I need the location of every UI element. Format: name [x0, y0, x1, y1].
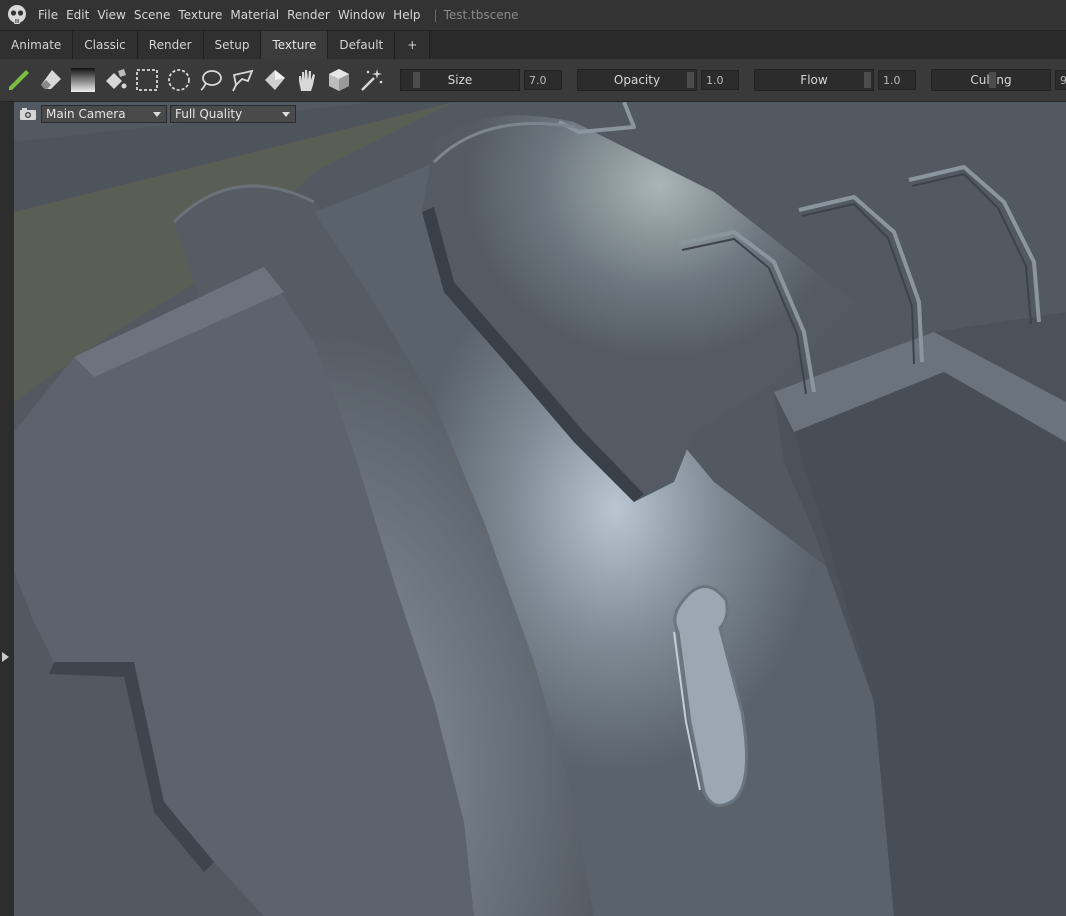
tab-classic[interactable]: Classic [73, 31, 138, 59]
chevron-down-icon [282, 112, 290, 117]
lasso-select-icon[interactable] [198, 67, 224, 93]
gradient-icon[interactable] [70, 67, 96, 93]
flow-control: Flow 1.0 [754, 69, 916, 91]
camera-select-value: Main Camera [46, 107, 126, 121]
size-control: Size 7.0 [400, 69, 562, 91]
expand-arrow-icon[interactable] [2, 652, 9, 662]
toolbag-window: File Edit View Scene Texture Material Re… [0, 0, 1066, 916]
collapsed-panel-strip[interactable] [0, 102, 15, 916]
menu-help[interactable]: Help [393, 8, 427, 22]
size-slider-handle[interactable] [413, 72, 420, 88]
layout-tabs: Animate Classic Render Setup Texture Def… [0, 30, 1066, 60]
culling-value-field[interactable]: 90 [1055, 70, 1066, 90]
magic-wand-icon[interactable] [358, 67, 384, 93]
3d-viewport[interactable]: Main Camera Full Quality [14, 102, 1066, 916]
quality-select[interactable]: Full Quality [170, 105, 296, 123]
add-tab-button[interactable]: + [395, 31, 431, 59]
opacity-slider-handle[interactable] [687, 72, 694, 88]
flow-slider[interactable]: Flow [754, 69, 874, 91]
document-title: Test.tbscene [443, 8, 519, 22]
camera-icon[interactable] [19, 107, 37, 121]
grab-hand-icon[interactable] [294, 67, 320, 93]
title-separator: | [433, 8, 438, 22]
cube-icon[interactable] [326, 67, 352, 93]
menu-window[interactable]: Window [338, 8, 392, 22]
menu-view[interactable]: View [97, 8, 132, 22]
culling-slider[interactable]: Culling [931, 69, 1051, 91]
opacity-value-field[interactable]: 1.0 [701, 70, 739, 90]
flow-slider-handle[interactable] [864, 72, 871, 88]
paint-toolbar: Size 7.0 Opacity 1.0 Flow 1.0 Culling 90 [0, 59, 1066, 102]
fill-brush-icon[interactable] [102, 67, 128, 93]
culling-slider-handle[interactable] [989, 72, 996, 88]
menu-file[interactable]: File [36, 8, 65, 22]
opacity-label: Opacity [613, 73, 661, 87]
opacity-control: Opacity 1.0 [577, 69, 739, 91]
tab-default[interactable]: Default [328, 31, 396, 59]
camera-select[interactable]: Main Camera [41, 105, 167, 123]
viewport-header: Main Camera Full Quality [14, 102, 299, 126]
culling-control: Culling 90 [931, 69, 1066, 91]
menu-edit[interactable]: Edit [66, 8, 96, 22]
tab-texture[interactable]: Texture [261, 31, 329, 59]
flow-value-field[interactable]: 1.0 [878, 70, 916, 90]
tab-setup[interactable]: Setup [203, 31, 262, 59]
menu-bar: File Edit View Scene Texture Material Re… [0, 0, 1066, 30]
chevron-down-icon [153, 112, 161, 117]
opacity-slider[interactable]: Opacity [577, 69, 697, 91]
flow-label: Flow [800, 73, 828, 87]
tab-bar-fill [430, 31, 1066, 59]
tab-render[interactable]: Render [137, 31, 204, 59]
menu-scene[interactable]: Scene [134, 8, 178, 22]
menu-material[interactable]: Material [230, 8, 286, 22]
size-value-field[interactable]: 7.0 [524, 70, 562, 90]
tab-animate[interactable]: Animate [0, 31, 74, 59]
ellipse-select-icon[interactable] [166, 67, 192, 93]
polygon-lasso-icon[interactable] [230, 67, 256, 93]
eraser-icon[interactable] [38, 67, 64, 93]
paint-brush-icon[interactable] [6, 67, 32, 93]
scene-render[interactable] [14, 102, 1066, 916]
quality-select-value: Full Quality [175, 107, 243, 121]
rectangle-select-icon[interactable] [134, 67, 160, 93]
menu-render[interactable]: Render [287, 8, 337, 22]
size-label: Size [447, 73, 473, 87]
size-slider[interactable]: Size [400, 69, 520, 91]
app-logo-icon [8, 5, 26, 24]
project-icon[interactable] [262, 67, 288, 93]
menu-texture[interactable]: Texture [178, 8, 229, 22]
